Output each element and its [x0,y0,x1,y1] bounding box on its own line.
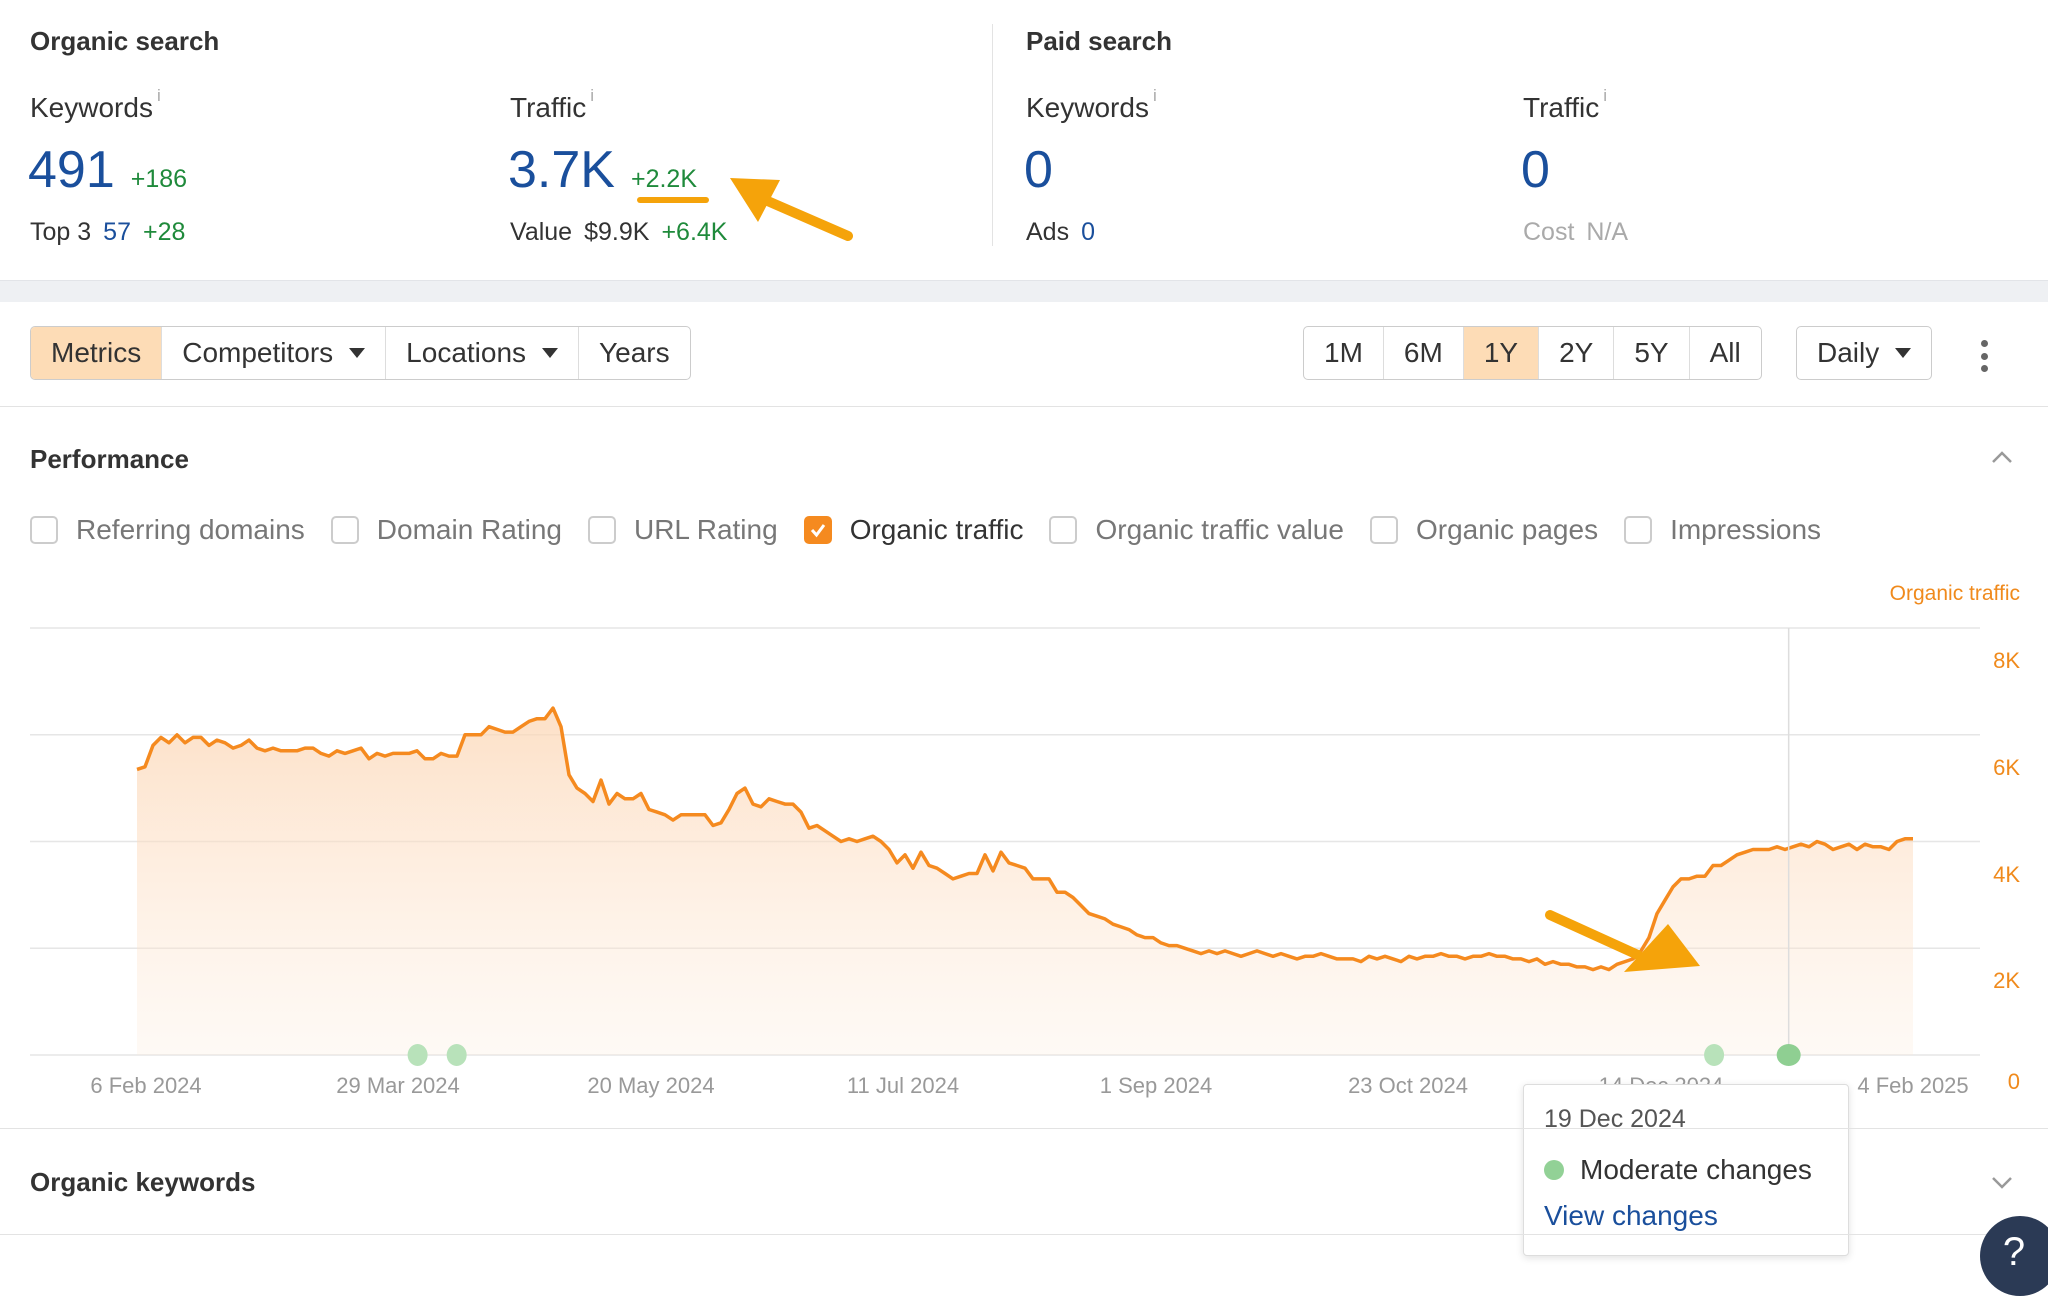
traffic-chart[interactable] [0,0,2048,1272]
status-dot-icon [1544,1160,1564,1180]
event-tooltip: 19 Dec 2024 Moderate changes View change… [1523,1084,1849,1256]
section-divider [0,1128,2048,1129]
view-changes-link[interactable]: View changes [1544,1200,1828,1232]
event-marker[interactable] [1776,1044,1801,1066]
traffic-area [137,708,1913,1055]
help-button[interactable]: ? [1980,1216,2048,1296]
help-icon: ? [2002,1230,2026,1274]
event-marker[interactable] [407,1044,428,1066]
chevron-down-icon[interactable] [1991,1176,2013,1190]
tooltip-status-text: Moderate changes [1580,1154,1812,1185]
organic-keywords-title: Organic keywords [30,1167,256,1197]
event-marker[interactable] [446,1044,467,1066]
section-divider [0,1234,2048,1235]
tooltip-date: 19 Dec 2024 [1544,1105,1686,1133]
event-marker[interactable] [1704,1044,1725,1066]
tooltip-status: Moderate changes [1544,1154,1828,1186]
